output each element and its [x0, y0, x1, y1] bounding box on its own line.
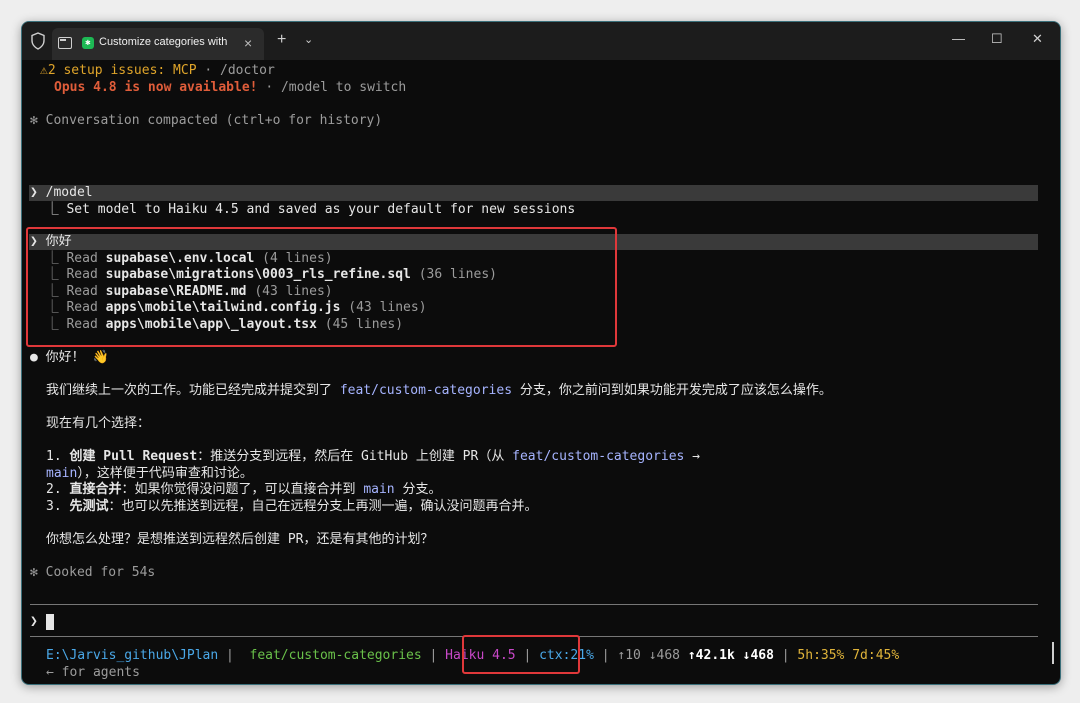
- tab-close-icon[interactable]: ×: [244, 35, 252, 51]
- status-path: E:\Jarvis_github\JPlan: [46, 648, 219, 663]
- claude-icon: ✱: [82, 37, 94, 49]
- input-line[interactable]: ❯: [30, 614, 54, 630]
- reply-bullet-icon: ●: [30, 350, 38, 365]
- model-result: ⎿ Set model to Haiku 4.5 and saved as yo…: [30, 202, 576, 217]
- reply-paragraph-2: 现在有几个选择：: [46, 416, 151, 431]
- warning-icon: ⚠: [40, 63, 48, 78]
- option-3: 3. 先测试：也可以先推送到远程，自己在远程分支上再测一遍，确认没问题再合并。: [46, 499, 538, 514]
- tab-dropdown-button[interactable]: ⌄: [304, 33, 313, 46]
- maximize-button[interactable]: ☐: [991, 31, 1003, 47]
- opus-switch-hint: · /model to switch: [257, 80, 407, 95]
- tab-title: Customize categories with: [99, 36, 228, 48]
- title-bar: ✱ Customize categories with × + ⌄ — ☐ ✕: [22, 22, 1060, 60]
- status-tokens-session: ↑10 ↓468: [617, 648, 688, 663]
- terminal-window: ✱ Customize categories with × + ⌄ — ☐ ✕ …: [21, 21, 1061, 685]
- shield-icon: [31, 32, 45, 50]
- text-cursor: [45, 614, 54, 630]
- highlight-box-reads: [26, 227, 617, 347]
- close-window-button[interactable]: ✕: [1032, 31, 1043, 47]
- option-1-continued: main），这样便于代码审查和讨论。: [46, 466, 253, 481]
- input-prompt: ❯: [30, 614, 46, 629]
- status-branch: feat/custom-categories: [241, 648, 422, 663]
- agents-hint: ← for agents: [46, 665, 140, 680]
- terminal-icon: [58, 37, 72, 49]
- model-prompt-bar: [29, 185, 1038, 201]
- reply-paragraph-1: 我们继续上一次的工作。功能已经完成并提交到了 feat/custom-categ…: [46, 383, 832, 398]
- scrollbar-thumb[interactable]: [1052, 642, 1054, 664]
- cooked-line: ✻ Cooked for 54s: [30, 565, 156, 580]
- setup-issues-line: ⚠2 setup issues: MCP · /doctor: [40, 63, 275, 79]
- status-limits: 5h:35% 7d:45%: [797, 648, 900, 663]
- new-tab-button[interactable]: +: [277, 31, 286, 49]
- opus-notice-line: Opus 4.8 is now available! · /model to s…: [54, 80, 406, 96]
- compacted-line: ✻ Conversation compacted (ctrl+o for his…: [30, 113, 383, 128]
- minimize-button[interactable]: —: [952, 31, 965, 46]
- setup-issues-text: 2 setup issues: MCP: [47, 63, 197, 78]
- tab-active[interactable]: ✱ Customize categories with ×: [52, 28, 264, 60]
- setup-issues-hint: · /doctor: [196, 63, 275, 78]
- input-top-divider: [30, 604, 1038, 605]
- reply-question: 你想怎么处理？是想推送到远程然后创建 PR，还是有其他的计划？: [46, 532, 434, 547]
- highlight-box-model: [462, 635, 580, 674]
- option-2: 2. 直接合并：如果你觉得没问题了，可以直接合并到 main 分支。: [46, 482, 442, 497]
- terminal-content[interactable]: ⚠2 setup issues: MCP · /doctor Opus 4.8 …: [22, 60, 1060, 684]
- reply-greeting: ● 你好！ 👋: [30, 350, 109, 365]
- option-1: 1. 创建 Pull Request：推送分支到远程，然后在 GitHub 上创…: [46, 449, 700, 464]
- opus-notice-text: Opus 4.8 is now available!: [54, 80, 258, 95]
- model-prompt: ❯ /model: [30, 185, 93, 200]
- status-tokens-total: ↑42.1k ↓468: [687, 648, 774, 663]
